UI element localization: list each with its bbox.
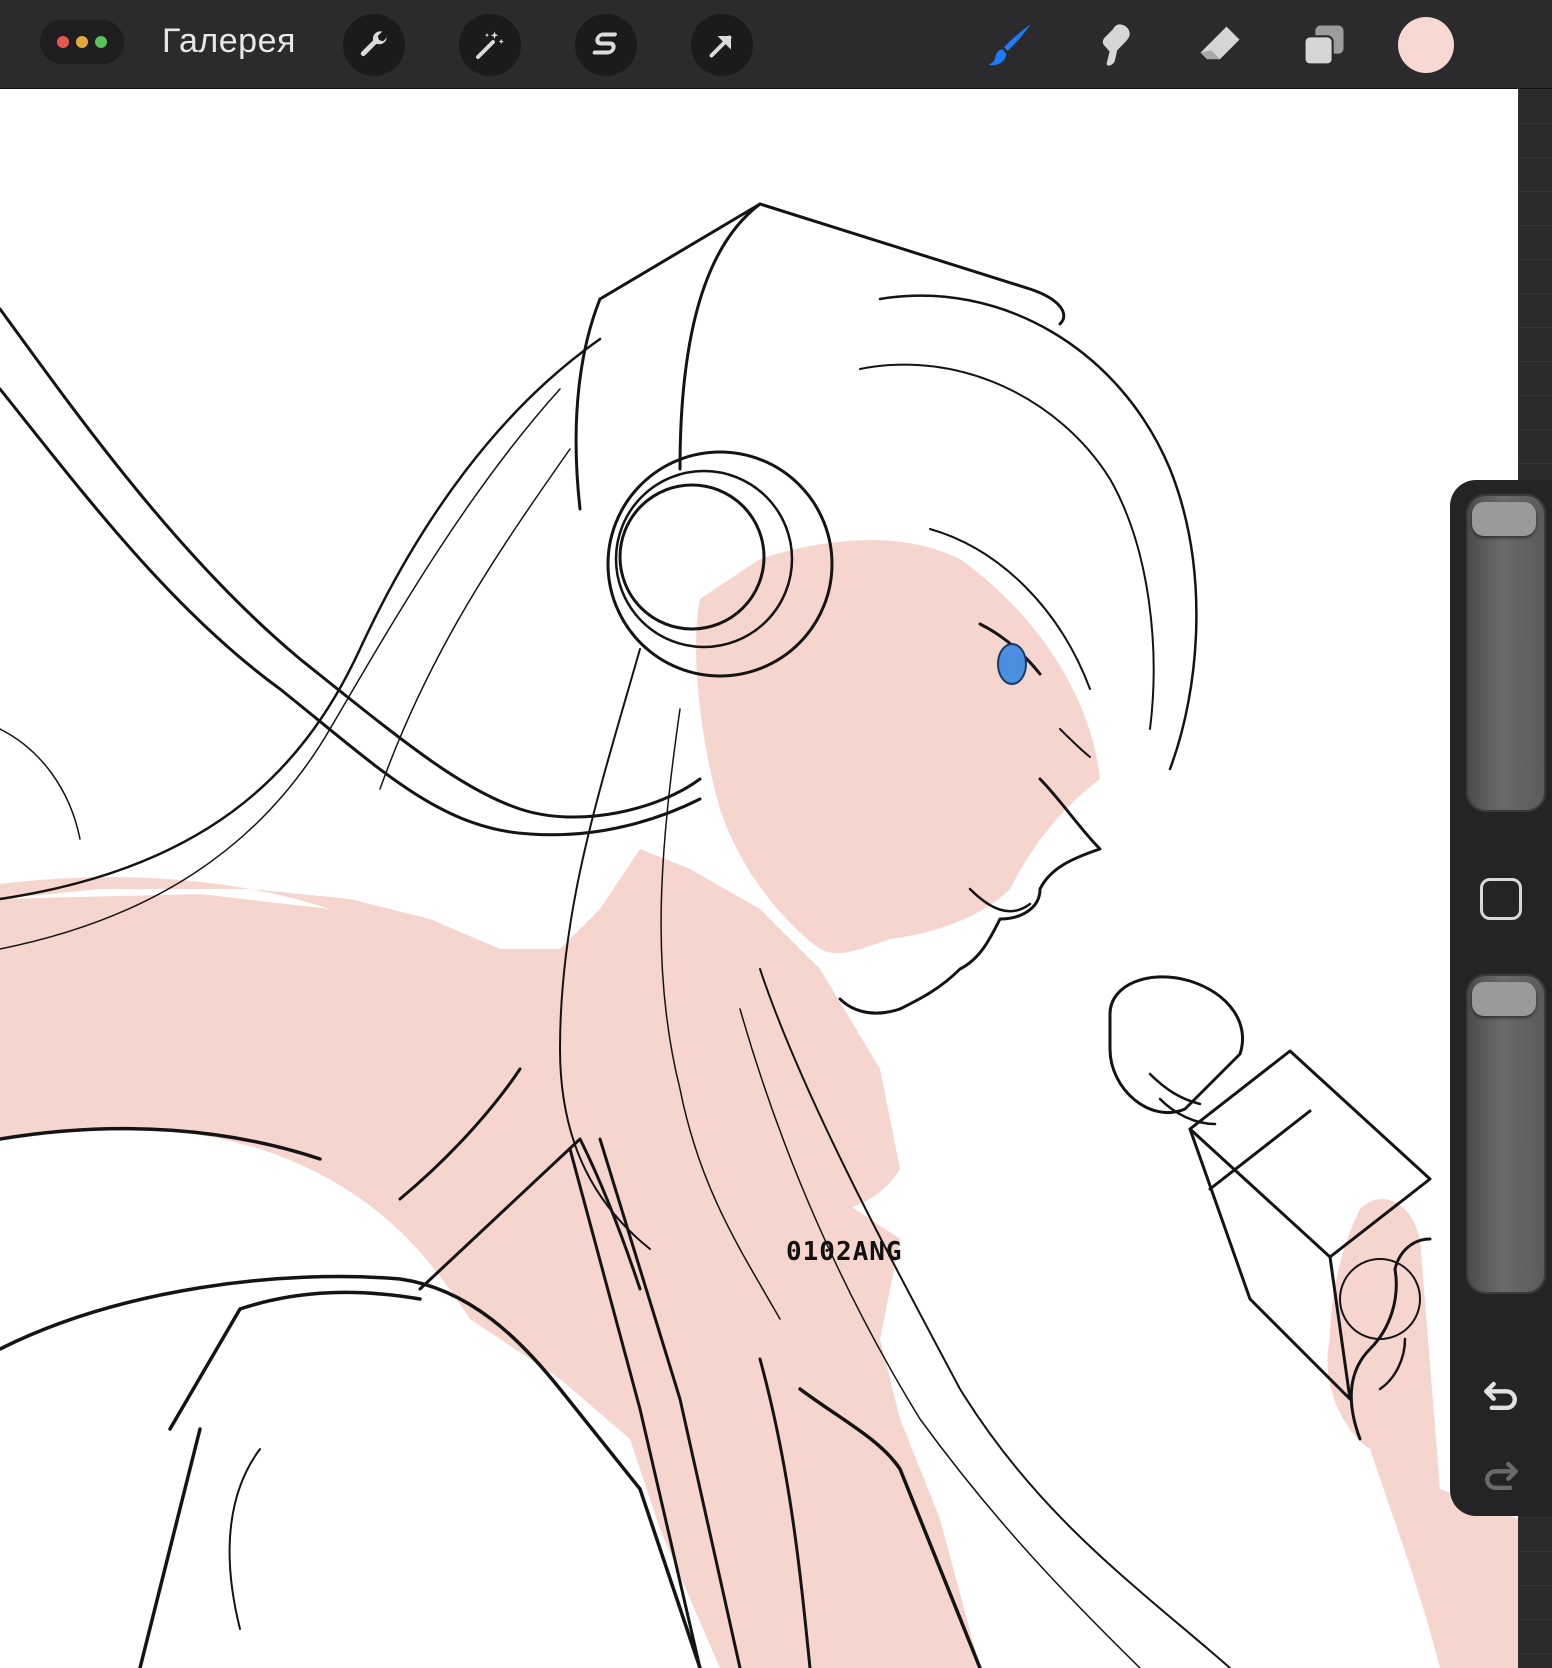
drawing-canvas[interactable]: 0102ANG bbox=[0, 89, 1518, 1668]
maximize-dot[interactable] bbox=[95, 36, 107, 48]
redo-button[interactable] bbox=[1476, 1450, 1526, 1500]
modify-button[interactable] bbox=[1480, 878, 1522, 920]
eraser-tool[interactable] bbox=[1189, 14, 1251, 76]
undo-icon bbox=[1484, 1381, 1517, 1411]
smudge-tool[interactable] bbox=[1084, 14, 1146, 76]
layers-icon bbox=[1303, 25, 1344, 66]
selection-button[interactable] bbox=[575, 14, 637, 76]
side-panel bbox=[1450, 480, 1552, 1516]
opacity-slider[interactable] bbox=[1466, 974, 1546, 1294]
undo-button[interactable] bbox=[1476, 1370, 1526, 1420]
brush-size-thumb[interactable] bbox=[1472, 502, 1536, 536]
window-controls[interactable] bbox=[40, 20, 124, 64]
top-toolbar: Галерея bbox=[0, 0, 1552, 89]
color-picker-swatch[interactable] bbox=[1398, 17, 1454, 73]
transform-button[interactable] bbox=[691, 14, 753, 76]
smudge-icon bbox=[1102, 24, 1130, 66]
brush-icon bbox=[989, 24, 1031, 66]
artist-watermark: 0102ANG bbox=[786, 1237, 903, 1267]
selection-s-icon bbox=[592, 32, 617, 55]
brush-size-slider[interactable] bbox=[1466, 494, 1546, 812]
close-dot[interactable] bbox=[57, 36, 69, 48]
actions-button[interactable] bbox=[343, 14, 405, 76]
adjustments-button[interactable] bbox=[459, 14, 521, 76]
artwork-lineart bbox=[0, 202, 1518, 1668]
gallery-button[interactable]: Галерея bbox=[162, 22, 296, 61]
minimize-dot[interactable] bbox=[76, 36, 88, 48]
wrench-icon bbox=[360, 31, 388, 57]
eraser-icon bbox=[1200, 26, 1240, 60]
transform-arrow-icon bbox=[709, 35, 732, 58]
magic-wand-icon bbox=[476, 31, 504, 59]
brush-tool[interactable] bbox=[979, 14, 1041, 76]
opacity-thumb[interactable] bbox=[1472, 982, 1536, 1016]
layers-tool[interactable] bbox=[1293, 14, 1355, 76]
redo-icon bbox=[1485, 1461, 1518, 1491]
